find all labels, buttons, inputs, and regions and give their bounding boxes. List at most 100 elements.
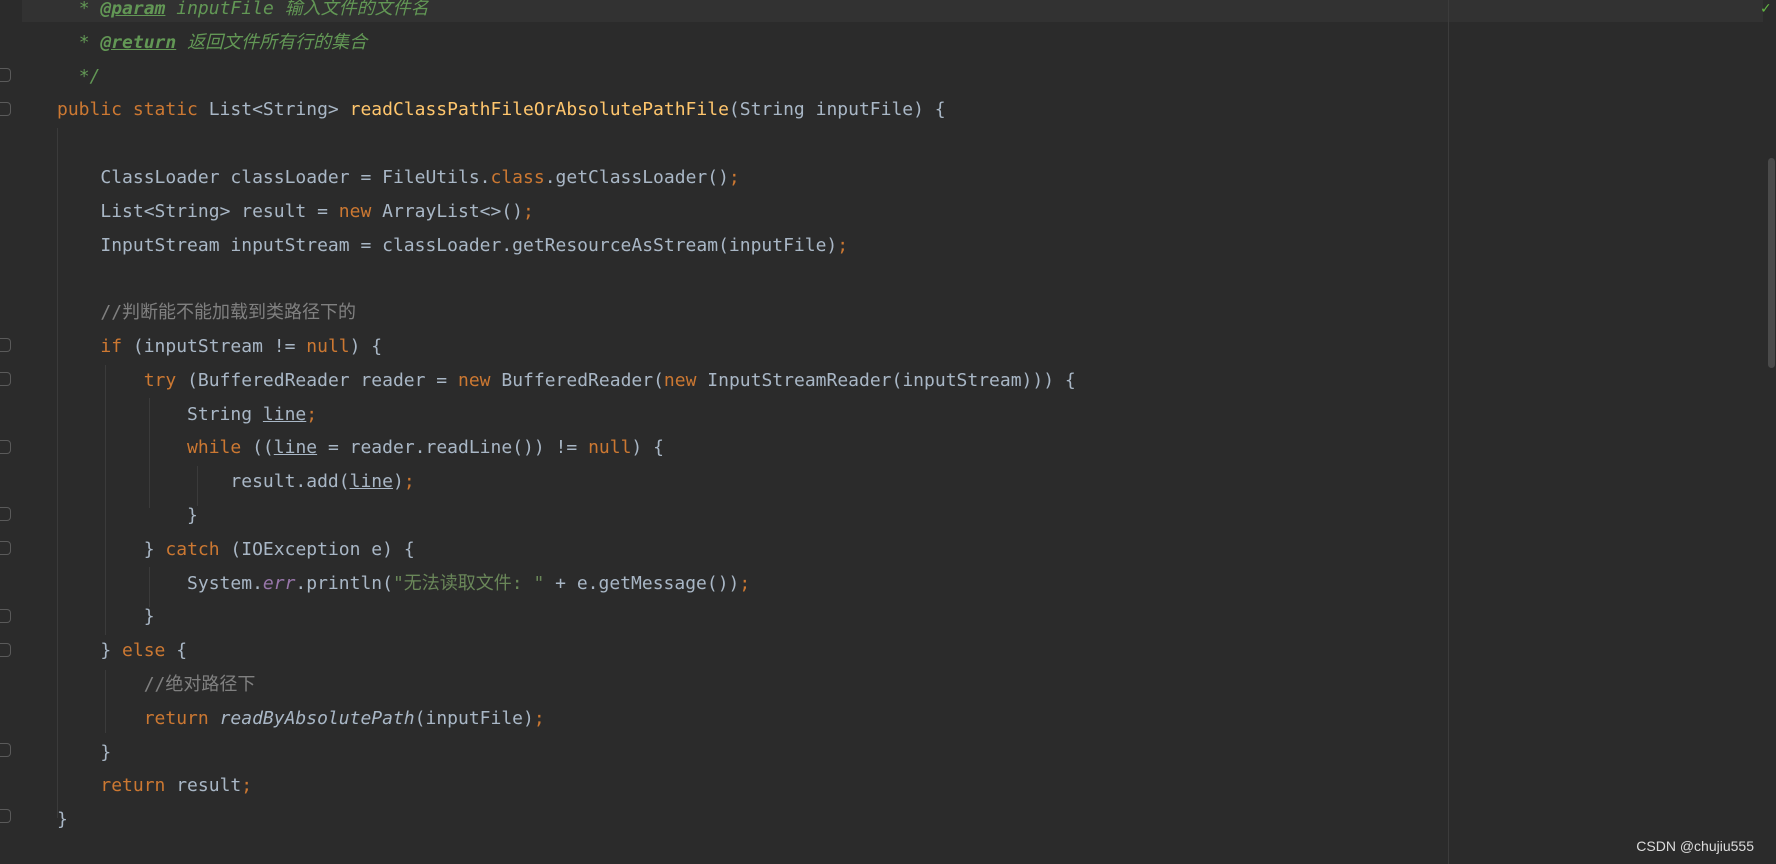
code-line[interactable]: InputStream inputStream = classLoader.ge… [57, 229, 1076, 263]
code-token: new [663, 369, 708, 391]
code-token: .println( [295, 572, 393, 594]
code-token: (( [252, 437, 274, 459]
code-token: { [176, 640, 188, 662]
code-token: ) [392, 471, 404, 493]
code-editor[interactable]: * @param inputFile 输入文件的文件名 * @return 返回… [0, 0, 1776, 864]
code-line[interactable] [57, 127, 1076, 161]
code-token: line [262, 403, 307, 425]
code-token: } [100, 640, 123, 662]
code-token: readClassPathFileOrAbsolutePathFile [349, 99, 729, 121]
code-token: ; [523, 200, 534, 222]
fold-marker-icon[interactable] [0, 809, 11, 823]
code-line[interactable]: result.add(line); [57, 465, 1076, 499]
fold-marker-icon[interactable] [0, 507, 11, 521]
code-token: ) { [631, 437, 664, 459]
code-token: err [262, 572, 296, 594]
code-line[interactable] [57, 262, 1076, 296]
code-line[interactable]: return result; [57, 769, 1076, 803]
code-token: ; [241, 775, 253, 797]
code-token: //绝对路径下 [143, 673, 256, 695]
fold-marker-icon[interactable] [0, 541, 11, 555]
code-line[interactable]: public static List<String> readClassPath… [57, 93, 1076, 127]
code-line[interactable]: //判断能不能加载到类路径下的 [57, 296, 1076, 330]
code-token: //判断能不能加载到类路径下的 [100, 302, 357, 324]
scrollbar-thumb[interactable] [1768, 158, 1775, 368]
fold-marker-icon[interactable] [0, 372, 11, 386]
code-line[interactable]: return readByAbsolutePath(inputFile); [57, 702, 1076, 736]
code-token: ; [837, 234, 849, 256]
code-token: } [100, 741, 112, 763]
code-content[interactable]: * @param inputFile 输入文件的文件名 * @return 返回… [57, 0, 1076, 837]
code-token: ; [728, 166, 740, 188]
vertical-scrollbar[interactable] [1763, 0, 1776, 864]
code-token: (inputFile) [414, 707, 534, 729]
code-token: } [187, 504, 198, 526]
code-line[interactable]: } [57, 499, 1076, 533]
code-token: InputStreamReader(inputStream))) { [707, 369, 1076, 391]
code-line[interactable]: while ((line = reader.readLine()) != nul… [57, 431, 1076, 465]
code-token: (BufferedReader reader = [187, 369, 458, 391]
fold-marker-icon[interactable] [0, 643, 11, 657]
fold-marker-icon[interactable] [0, 440, 11, 454]
no-problems-check-icon[interactable]: ✓ [1760, 2, 1774, 16]
fold-marker-icon[interactable] [0, 743, 11, 757]
code-line[interactable]: */ [57, 60, 1076, 94]
code-token: try [143, 369, 188, 391]
code-token: inputFile 输入文件的文件名 [165, 0, 429, 19]
code-token: public static [57, 99, 209, 121]
fold-marker-icon[interactable] [0, 609, 11, 623]
code-line[interactable]: System.err.println("无法读取文件: " + e.getMes… [57, 567, 1076, 601]
code-token: result [176, 775, 242, 797]
code-token: null [306, 335, 350, 357]
fold-marker-icon[interactable] [0, 68, 11, 82]
code-token: ClassLoader classLoader = FileUtils. [100, 166, 491, 188]
code-token: new [338, 200, 383, 222]
code-line[interactable]: } [57, 736, 1076, 770]
code-line[interactable]: } catch (IOException e) { [57, 533, 1076, 567]
code-token: } [57, 809, 68, 831]
fold-marker-icon[interactable] [0, 338, 11, 352]
code-token: 返回文件所有行的集合 [176, 31, 368, 53]
code-token: class [490, 166, 545, 188]
code-line[interactable]: * @return 返回文件所有行的集合 [57, 26, 1076, 60]
code-token: List<String> [208, 99, 350, 121]
code-token: ; [306, 403, 318, 425]
code-token: System. [187, 572, 263, 594]
code-line[interactable]: //绝对路径下 [57, 668, 1076, 702]
code-token: (String inputFile) { [728, 99, 946, 121]
code-token: ; [533, 707, 545, 729]
code-token: catch [165, 538, 231, 560]
fold-marker-icon[interactable] [0, 102, 11, 116]
code-token: readByAbsolutePath [219, 707, 415, 729]
right-margin-guide [1448, 0, 1449, 864]
code-line[interactable]: List<String> result = new ArrayList<>(); [57, 195, 1076, 229]
code-line[interactable]: ClassLoader classLoader = FileUtils.clas… [57, 161, 1076, 195]
code-token: null [588, 437, 632, 459]
code-line[interactable]: } else { [57, 634, 1076, 668]
code-token: ) { [349, 335, 383, 357]
code-token: * [78, 31, 101, 53]
code-line[interactable]: } [57, 600, 1076, 634]
code-token: (inputStream != [132, 335, 307, 357]
code-line[interactable]: } [57, 803, 1076, 837]
code-line[interactable]: if (inputStream != null) { [57, 330, 1076, 364]
code-token: result.add( [230, 471, 350, 493]
code-token: new [458, 369, 502, 391]
code-line[interactable]: * @param inputFile 输入文件的文件名 [57, 0, 1076, 26]
code-token: "无法读取文件: " [392, 572, 545, 594]
code-line[interactable]: try (BufferedReader reader = new Buffere… [57, 364, 1076, 398]
code-line[interactable]: String line; [57, 398, 1076, 432]
code-token: return [143, 707, 220, 729]
